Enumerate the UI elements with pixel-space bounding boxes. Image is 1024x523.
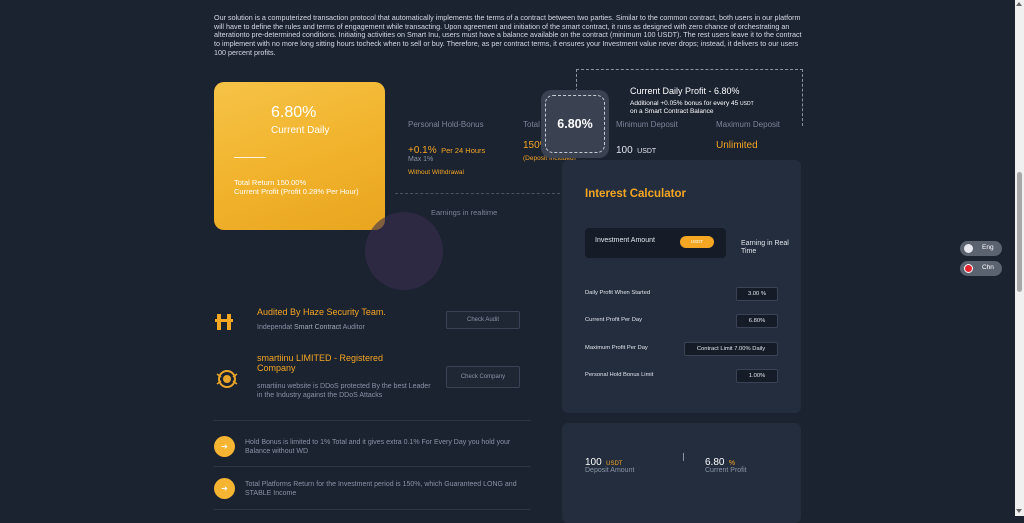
summary-divider [683,453,684,461]
hold-bonus-rate: +0.1% [408,145,437,156]
scroll-down-arrow-icon[interactable] [1016,509,1022,513]
current-daily-card: 6.80% Current Daily Total Return 150.00%… [214,82,385,230]
interest-calculator: Interest Calculator Investment Amount US… [562,160,801,413]
profit-unit: % [728,460,736,467]
notes-divider-top [214,420,530,421]
card-returns: Total Return 150.00% Current Profit (Pro… [234,178,364,196]
audit-text-c: Auditor [341,324,365,331]
calc-row-max-profit: Maximum Profit Per Day Contract Limit 7.… [585,342,778,356]
audit-title: Audited By Haze Security Team. [257,307,386,317]
note-hold-bonus: Hold Bonus is limited to 1% Total and it… [245,439,511,455]
audit-text: Independat Smart Contract Auditor [257,323,365,332]
calc-row-label: Personal Hold Bonus Limit [585,372,654,378]
audit-text-a: Independat [257,324,294,331]
haze-logo-icon [214,312,234,332]
calc-row-label: Current Profit Per Day [585,317,643,323]
tooltip-desc: Additional +0.05% bonus for every 45 USD… [630,100,800,116]
check-company-button[interactable]: Check Company [446,366,520,388]
lang-toggle-eng[interactable]: Eng [960,241,1002,256]
deposit-amount-label: Deposit Amount [585,467,635,474]
audit-text-b: Smart Contract [293,324,342,331]
calculator-title: Interest Calculator [585,188,686,200]
scrollbar-thumb[interactable] [1017,172,1022,292]
calc-row-current-profit: Current Profit Per Day 6.80% [585,314,778,328]
daily-profit-tooltip: Current Daily Profit - 6.80% Additional … [630,86,800,116]
notes-divider [214,466,530,467]
calc-row-label: Daily Profit When Started [585,290,651,296]
current-profit-label: Current Profit [705,467,747,474]
calc-row-value: 3.00 % [736,287,778,301]
tooltip-desc-unit: USDT [740,101,754,107]
current-profit: Current Profit (Profit 0.28% Per Hour) [234,186,359,196]
lang-toggle-chn[interactable]: Chn [960,261,1002,276]
daily-rate-badge: 6.80% [541,90,609,158]
min-deposit-unit: USDT [637,148,657,155]
intro-paragraph: Our solution is a computerized transacti… [214,13,802,57]
hold-bonus-unit: Per 24 Hours [441,146,486,155]
earnings-realtime-label: Earnings in realtime [431,208,498,217]
uk-flag-icon [964,244,973,253]
stats-divider [395,193,565,195]
calc-row-hold-bonus: Personal Hold Bonus Limit 1.00% [585,369,778,383]
calc-row-daily-start: Daily Profit When Started 3.00 % [585,287,778,301]
company-crest-icon [214,366,240,392]
investment-amount-label: Investment Amount [595,237,655,244]
calc-row-value: 6.80% [736,314,778,328]
current-daily-label: Current Daily [271,125,330,136]
currency-toggle[interactable]: USDT [680,236,714,248]
min-deposit-amount: 100 [616,145,633,156]
investment-amount-field[interactable]: Investment Amount USDT [585,228,726,258]
company-title: smartiinu LIMITED - Registered Company [257,353,384,373]
current-daily-rate: 6.80% [271,104,317,121]
calc-row-label: Maximum Profit Per Day [585,345,648,351]
card-divider [234,157,266,158]
coin-icon: ➜ [214,478,235,499]
calc-row-value: Contract Limit 7.00% Daily [684,342,778,356]
calc-row-value: 1.00% [736,369,778,383]
tooltip-desc-line2: on a Smart Contract Balance [630,108,714,115]
hold-bonus-note: Without Withdrawal [408,169,464,176]
earning-realtime-label: Earning in Real Time [741,240,789,255]
daily-rate-badge-value: 6.80% [545,95,605,153]
hold-bonus-label: Personal Hold-Bonus [408,120,484,129]
scroll-up-arrow-icon[interactable] [1016,2,1022,6]
china-flag-icon [964,264,973,273]
company-text: smartiinu website is DDoS protected By t… [257,383,431,399]
note-platform-return: Total Platforms Return for the Investmen… [245,481,517,497]
watermark-circle [365,212,443,290]
coin-icon: ➜ [214,436,235,457]
lang-label: Chn [982,264,994,271]
total-label: Total [523,120,540,129]
max-deposit-value: Unlimited [716,140,758,151]
tooltip-title: Current Daily Profit - 6.80% [630,86,740,96]
check-audit-button[interactable]: Check Audit [446,311,520,329]
hold-bonus-max: Max 1% [408,156,434,163]
tooltip-desc-text: Additional +0.05% bonus for every 45 [630,100,739,107]
min-deposit-value: 100 USDT [616,140,656,158]
notes-divider-bottom [214,509,530,510]
summary-panel: 100 USDT Deposit Amount 6.80 % Current P… [562,423,801,523]
lang-label: Eng [982,244,994,251]
